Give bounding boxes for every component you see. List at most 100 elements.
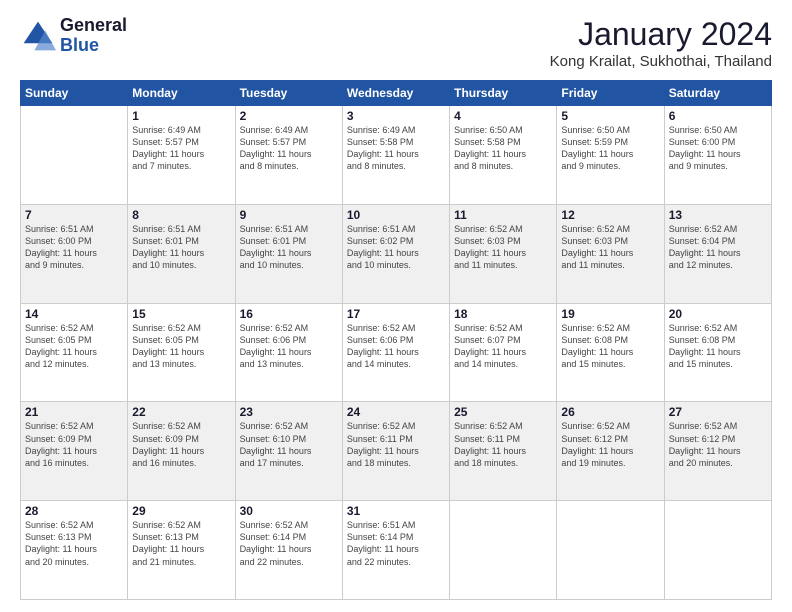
day-number: 6 [669,109,767,123]
day-number: 30 [240,504,338,518]
calendar-week-row: 28Sunrise: 6:52 AM Sunset: 6:13 PM Dayli… [21,501,772,600]
day-info: Sunrise: 6:49 AM Sunset: 5:58 PM Dayligh… [347,124,445,173]
day-number: 2 [240,109,338,123]
table-row: 13Sunrise: 6:52 AM Sunset: 6:04 PM Dayli… [664,204,771,303]
day-number: 26 [561,405,659,419]
day-number: 23 [240,405,338,419]
day-info: Sunrise: 6:52 AM Sunset: 6:04 PM Dayligh… [669,223,767,272]
table-row: 1Sunrise: 6:49 AM Sunset: 5:57 PM Daylig… [128,106,235,205]
day-number: 10 [347,208,445,222]
day-number: 4 [454,109,552,123]
table-row: 7Sunrise: 6:51 AM Sunset: 6:00 PM Daylig… [21,204,128,303]
day-info: Sunrise: 6:52 AM Sunset: 6:03 PM Dayligh… [561,223,659,272]
day-info: Sunrise: 6:52 AM Sunset: 6:09 PM Dayligh… [132,420,230,469]
table-row: 15Sunrise: 6:52 AM Sunset: 6:05 PM Dayli… [128,303,235,402]
logo-blue: Blue [60,36,127,56]
day-info: Sunrise: 6:52 AM Sunset: 6:07 PM Dayligh… [454,322,552,371]
table-row: 26Sunrise: 6:52 AM Sunset: 6:12 PM Dayli… [557,402,664,501]
day-number: 19 [561,307,659,321]
col-monday: Monday [128,81,235,106]
table-row: 21Sunrise: 6:52 AM Sunset: 6:09 PM Dayli… [21,402,128,501]
col-tuesday: Tuesday [235,81,342,106]
day-info: Sunrise: 6:52 AM Sunset: 6:14 PM Dayligh… [240,519,338,568]
table-row: 29Sunrise: 6:52 AM Sunset: 6:13 PM Dayli… [128,501,235,600]
day-number: 27 [669,405,767,419]
table-row: 31Sunrise: 6:51 AM Sunset: 6:14 PM Dayli… [342,501,449,600]
day-number: 7 [25,208,123,222]
calendar-week-row: 21 Sunrise: 6:52 AM Sunset: 6:09 PM Dayli… [21,402,772,501]
calendar-header-row: Sunday Monday Tuesday Wednesday Thursday… [21,81,772,106]
day-number: 8 [132,208,230,222]
col-sunday: Sunday [21,81,128,106]
day-number: 1 [132,109,230,123]
col-saturday: Saturday [664,81,771,106]
logo-icon [20,18,56,54]
table-row: 24Sunrise: 6:52 AM Sunset: 6:11 PM Dayli… [342,402,449,501]
month-title: January 2024 [550,16,772,53]
table-row: 5Sunrise: 6:50 AM Sunset: 5:59 PM Daylig… [557,106,664,205]
table-row [664,501,771,600]
day-info: Sunrise: 6:52 AM Sunset: 6:13 PM Dayligh… [132,519,230,568]
day-info: Sunrise: 6:51 AM Sunset: 6:02 PM Dayligh… [347,223,445,272]
day-number: 25 [454,405,552,419]
table-row: 28Sunrise: 6:52 AM Sunset: 6:13 PM Dayli… [21,501,128,600]
table-row: 11Sunrise: 6:52 AM Sunset: 6:03 PM Dayli… [450,204,557,303]
table-row: 8Sunrise: 6:51 AM Sunset: 6:01 PM Daylig… [128,204,235,303]
day-info: Sunrise: 6:51 AM Sunset: 6:01 PM Dayligh… [240,223,338,272]
day-info: Sunrise: 6:52 AM Sunset: 6:05 PM Dayligh… [132,322,230,371]
day-number: 20 [669,307,767,321]
day-info: Sunrise: 6:52 AM Sunset: 6:12 PM Dayligh… [669,420,767,469]
day-number: 22 [132,405,230,419]
calendar-week-row: 7Sunrise: 6:51 AM Sunset: 6:00 PM Daylig… [21,204,772,303]
table-row: 30Sunrise: 6:52 AM Sunset: 6:14 PM Dayli… [235,501,342,600]
logo-general: General [60,16,127,36]
location: Kong Krailat, Sukhothai, Thailand [550,53,772,70]
calendar-week-row: 14 Sunrise: 6:52 AM Sunset: 6:05 PM Dayli… [21,303,772,402]
day-info: Sunrise: 6:51 AM Sunset: 6:01 PM Dayligh… [132,223,230,272]
col-thursday: Thursday [450,81,557,106]
day-info: Sunrise: 6:52 AM Sunset: 6:11 PM Dayligh… [347,420,445,469]
table-row: 18Sunrise: 6:52 AM Sunset: 6:07 PM Dayli… [450,303,557,402]
table-row: 16Sunrise: 6:52 AM Sunset: 6:06 PM Dayli… [235,303,342,402]
col-friday: Friday [557,81,664,106]
page: General Blue January 2024 Kong Krailat, … [0,0,792,612]
day-info: Sunrise: 6:51 AM Sunset: 6:00 PM Dayligh… [25,223,123,272]
table-row: 12Sunrise: 6:52 AM Sunset: 6:03 PM Dayli… [557,204,664,303]
table-row: 10Sunrise: 6:51 AM Sunset: 6:02 PM Dayli… [342,204,449,303]
day-number: 15 [132,307,230,321]
day-number: 12 [561,208,659,222]
day-number: 3 [347,109,445,123]
day-info: Sunrise: 6:52 AM Sunset: 6:11 PM Dayligh… [454,420,552,469]
table-row: 3Sunrise: 6:49 AM Sunset: 5:58 PM Daylig… [342,106,449,205]
table-row: 9Sunrise: 6:51 AM Sunset: 6:01 PM Daylig… [235,204,342,303]
day-number: 21 [25,405,123,419]
table-row: 23Sunrise: 6:52 AM Sunset: 6:10 PM Dayli… [235,402,342,501]
day-number: 31 [347,504,445,518]
day-info: Sunrise: 6:52 AM Sunset: 6:13 PM Dayligh… [25,519,123,568]
day-number: 5 [561,109,659,123]
day-info: Sunrise: 6:52 AM Sunset: 6:12 PM Dayligh… [561,420,659,469]
day-number: 28 [25,504,123,518]
header: General Blue January 2024 Kong Krailat, … [20,16,772,70]
table-row: 17Sunrise: 6:52 AM Sunset: 6:06 PM Dayli… [342,303,449,402]
day-info: Sunrise: 6:51 AM Sunset: 6:14 PM Dayligh… [347,519,445,568]
day-info: Sunrise: 6:50 AM Sunset: 5:59 PM Dayligh… [561,124,659,173]
col-wednesday: Wednesday [342,81,449,106]
day-number: 14 [25,307,123,321]
day-info: Sunrise: 6:50 AM Sunset: 5:58 PM Dayligh… [454,124,552,173]
table-row: 19Sunrise: 6:52 AM Sunset: 6:08 PM Dayli… [557,303,664,402]
table-row: 2Sunrise: 6:49 AM Sunset: 5:57 PM Daylig… [235,106,342,205]
table-row: 14Sunrise: 6:52 AM Sunset: 6:05 PM Dayli… [21,303,128,402]
day-number: 11 [454,208,552,222]
table-row: 25Sunrise: 6:52 AM Sunset: 6:11 PM Dayli… [450,402,557,501]
day-number: 18 [454,307,552,321]
day-number: 17 [347,307,445,321]
day-info: Sunrise: 6:52 AM Sunset: 6:06 PM Dayligh… [347,322,445,371]
day-number: 29 [132,504,230,518]
day-info: Sunrise: 6:49 AM Sunset: 5:57 PM Dayligh… [132,124,230,173]
day-info: Sunrise: 6:52 AM Sunset: 6:08 PM Dayligh… [561,322,659,371]
day-number: 13 [669,208,767,222]
table-row [21,106,128,205]
day-info: Sunrise: 6:50 AM Sunset: 6:00 PM Dayligh… [669,124,767,173]
table-row [450,501,557,600]
